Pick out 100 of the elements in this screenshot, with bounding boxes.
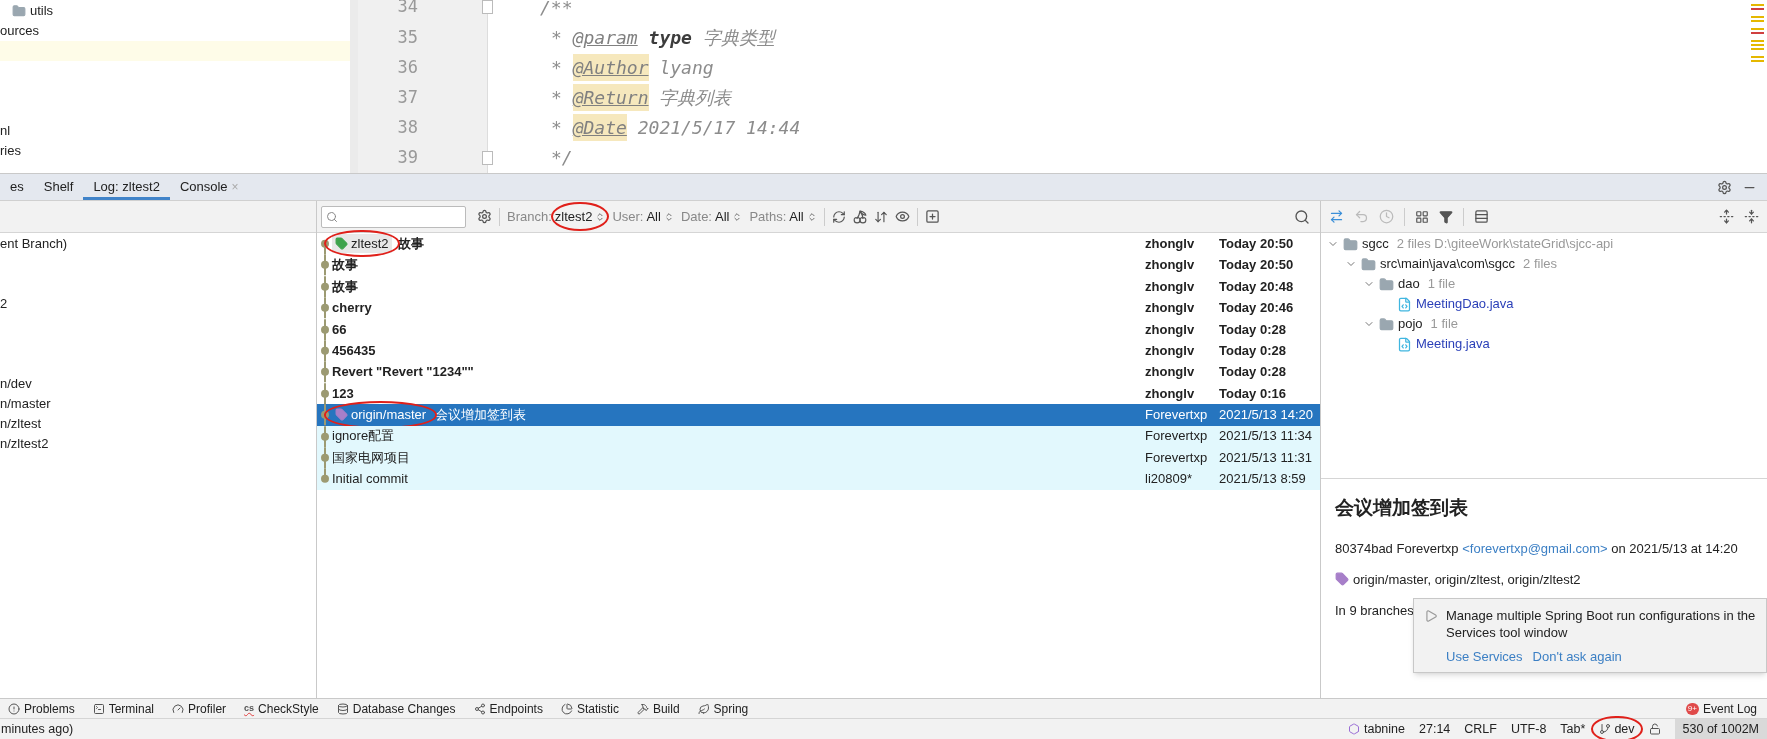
commit-row[interactable]: 456435 zhonglv Today 0:28 <box>317 339 1320 362</box>
settings-icon[interactable] <box>477 209 492 224</box>
tree-item[interactable]: ries <box>0 141 21 161</box>
tree-item-label[interactable]: Meeting.java <box>1416 334 1490 354</box>
tree-item-label[interactable]: MeetingDao.java <box>1416 294 1514 314</box>
filter-dropdown[interactable]: Paths: All <box>749 206 817 227</box>
tool-window-tab[interactable]: Console × <box>169 174 249 200</box>
commit-date: Today 20:50 <box>1219 234 1295 253</box>
commit-author: zhonglv <box>1145 234 1196 253</box>
caret-position[interactable]: 27:14 <box>1419 719 1451 739</box>
notification-link[interactable]: Use Services <box>1446 647 1523 667</box>
layout-icon[interactable] <box>1474 209 1489 224</box>
fold-marker-icon[interactable] <box>482 150 493 165</box>
settings-icon[interactable] <box>1717 179 1732 195</box>
graph-node-icon <box>318 254 332 276</box>
commit-author: zhonglv <box>1145 256 1196 275</box>
branch-item[interactable]: n/zltest2 <box>0 434 49 454</box>
email-link[interactable]: <forevertxp@gmail.com> <box>1462 540 1608 556</box>
folder-icon <box>1379 316 1394 332</box>
line-separator[interactable]: CRLF <box>1464 719 1497 739</box>
graph-node-icon <box>318 275 332 298</box>
tree-item-label[interactable]: dao <box>1398 274 1420 294</box>
tool-window-button[interactable]: Build <box>636 699 680 718</box>
tool-window-button[interactable]: Profiler <box>172 699 227 718</box>
branch-item[interactable]: n/zltest <box>0 414 42 434</box>
commit-date: Today 0:28 <box>1219 363 1287 382</box>
group-icon[interactable] <box>1415 209 1429 224</box>
tree-item-label[interactable]: sgcc <box>1362 234 1389 254</box>
event-log-button[interactable]: 9+ Event Log <box>1685 699 1757 718</box>
commit-author: zhonglv <box>1145 320 1196 339</box>
commit-row[interactable]: cherry zhonglv Today 20:46 <box>317 297 1320 319</box>
commit-message: 故事 <box>332 277 359 296</box>
branch-icon <box>1599 723 1612 735</box>
filter-dropdown[interactable]: Date: All <box>680 206 743 227</box>
tool-window-button[interactable]: Endpoints <box>473 699 543 718</box>
tree-item[interactable]: utils <box>30 1 54 21</box>
tree-item-detail: 1 file <box>1430 315 1459 334</box>
commit-title: 会议增加签到表 <box>1335 495 1469 520</box>
tool-window-tab[interactable]: es <box>0 174 34 200</box>
compare-icon[interactable] <box>1329 209 1344 224</box>
commit-message: cherry <box>332 299 373 318</box>
search-field[interactable] <box>321 205 466 228</box>
commit-message: 456435 <box>332 341 377 360</box>
tool-window-button[interactable]: cs CheckStyle <box>244 699 319 718</box>
module-folder-icon <box>1343 236 1358 252</box>
branch-label: origin/master <box>332 405 430 425</box>
database-icon <box>336 702 349 715</box>
file-encoding[interactable]: UTF-8 <box>1510 719 1547 739</box>
commit-row[interactable]: ignore配置 Forevertxp 2021/5/13 11:34 <box>317 425 1320 447</box>
fold-marker-icon[interactable] <box>482 0 493 15</box>
cherry-icon[interactable] <box>852 209 867 224</box>
tabnine-widget[interactable]: tabnine <box>1348 719 1405 739</box>
java-file-icon <box>1397 296 1412 312</box>
commit-date: 2021/5/13 8:59 <box>1219 470 1307 489</box>
unlock-icon[interactable] <box>1648 723 1661 735</box>
filter-dropdown[interactable]: Branch: zltest2 <box>507 206 606 227</box>
sort-icon[interactable] <box>873 209 888 224</box>
tool-window-button[interactable]: Statistic <box>560 699 619 718</box>
commit-row[interactable]: 国家电网项目 Forevertxp 2021/5/13 11:31 <box>317 446 1320 469</box>
commit-row[interactable]: Revert "Revert "1234"" zhonglv Today 0:28 <box>317 361 1320 383</box>
commit-author: zhonglv <box>1145 277 1196 296</box>
filter-icon[interactable] <box>1439 209 1453 224</box>
commit-row[interactable]: Initial commit li20809* 2021/5/13 8:59 <box>317 468 1320 490</box>
commit-date: Today 0:28 <box>1219 341 1287 360</box>
new-tab-icon[interactable] <box>924 209 940 224</box>
indent-setting[interactable]: Tab* <box>1560 719 1586 739</box>
tree-item[interactable]: ources <box>0 21 40 41</box>
expand-all-icon[interactable] <box>1719 209 1734 224</box>
commit-row[interactable]: 故事 zhonglv Today 20:50 <box>317 254 1320 276</box>
play-icon <box>1424 609 1438 623</box>
tree-item-label[interactable]: src\main\java\com\sgcc <box>1380 254 1516 274</box>
tree-item[interactable]: nl <box>0 121 11 141</box>
commit-date: 2021/5/13 14:20 <box>1219 406 1314 425</box>
tool-window-button[interactable]: Problems <box>8 699 75 718</box>
tool-window-button[interactable]: Terminal <box>92 699 155 718</box>
collapse-all-icon[interactable] <box>1744 209 1759 224</box>
commit-info: 80374bad Forevertxp <forevertxp@gmail.com> on 2021/5/13 at 14:20 <box>1335 539 1739 558</box>
notification-link[interactable]: Don't ask again <box>1532 647 1622 667</box>
git-branch-widget[interactable]: dev <box>1599 719 1635 739</box>
commit-row[interactable]: origin/master 会议增加签到表 Forevertxp 2021/5/13 14:20 <box>317 404 1320 426</box>
graph-node-icon <box>318 446 332 469</box>
tool-window-button[interactable]: Database Changes <box>336 699 456 718</box>
branch-item[interactable]: n/master <box>0 394 51 414</box>
tree-item-label[interactable]: pojo <box>1398 314 1423 334</box>
statistic-icon <box>560 702 573 715</box>
terminal-icon <box>92 702 105 715</box>
search-icon[interactable] <box>1294 208 1310 225</box>
commit-row[interactable]: 故事 zhonglv Today 20:48 <box>317 275 1320 298</box>
tree-item-detail: 2 files <box>1523 255 1558 274</box>
commit-row[interactable]: 66 zhonglv Today 0:28 <box>317 318 1320 340</box>
refresh-icon[interactable] <box>831 209 846 224</box>
memory-indicator[interactable]: 530 of 1002M <box>1674 719 1767 739</box>
commit-row[interactable]: 123 zhonglv Today 0:16 <box>317 382 1320 405</box>
branch-item[interactable]: n/dev <box>0 374 32 394</box>
tool-window-tab[interactable]: Shelf <box>33 174 84 200</box>
filter-dropdown[interactable]: User: All <box>612 206 674 227</box>
eye-icon[interactable] <box>894 209 910 224</box>
branch-item[interactable]: ent Branch) <box>0 234 68 254</box>
tool-window-button[interactable]: Spring <box>697 699 749 718</box>
branch-item[interactable]: 2 <box>0 294 8 314</box>
